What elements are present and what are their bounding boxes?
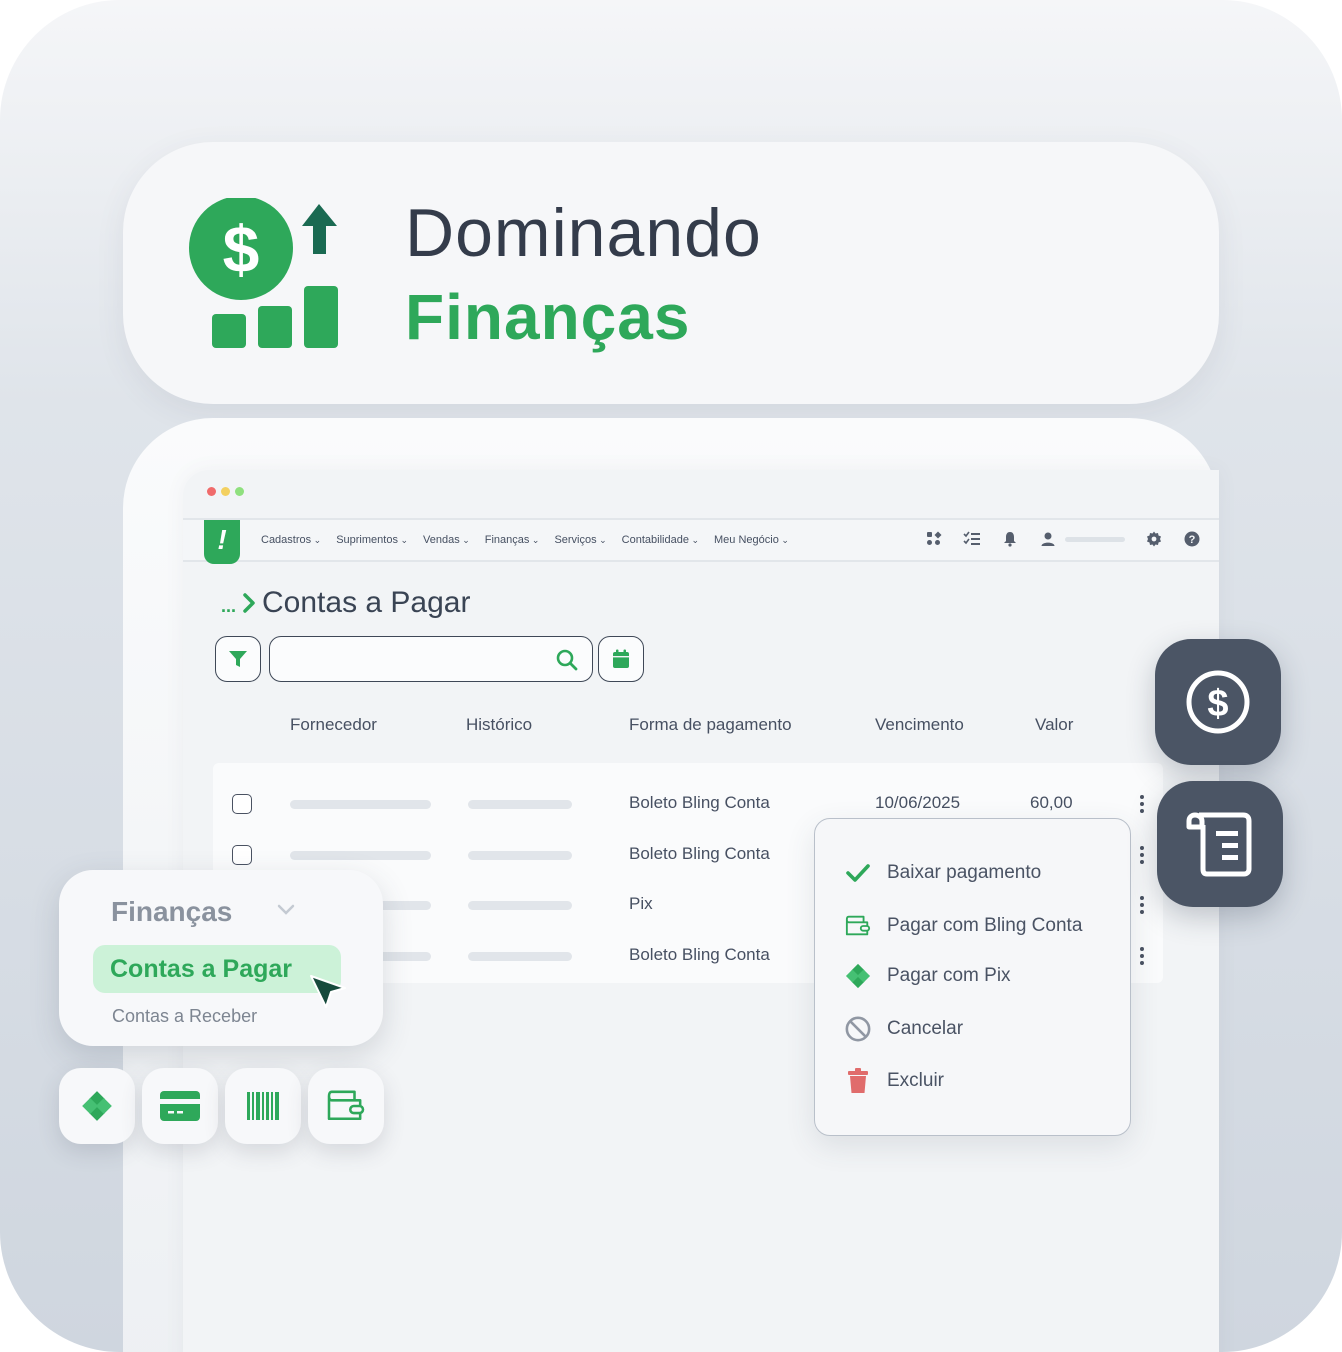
column-header-forma-pagamento[interactable]: Forma de pagamento — [629, 715, 792, 735]
row-checkbox[interactable] — [232, 845, 252, 865]
filter-button[interactable] — [215, 636, 261, 682]
bell-icon[interactable] — [1001, 530, 1019, 548]
menu-item-label: Excluir — [887, 1070, 945, 1091]
nav-servicos[interactable]: Serviços — [554, 534, 606, 546]
apps-icon[interactable] — [925, 530, 943, 548]
calendar-icon — [613, 649, 629, 668]
due-date: 10/06/2025 — [875, 793, 961, 812]
app-logo[interactable]: ! — [204, 520, 240, 564]
gear-icon[interactable] — [1145, 530, 1163, 548]
mouse-cursor-icon — [310, 975, 346, 1008]
breadcrumb-ellipsis[interactable]: ... — [221, 596, 236, 617]
history-placeholder — [468, 901, 572, 910]
payment-methods-row — [59, 1068, 384, 1144]
svg-text:$: $ — [223, 212, 260, 286]
history-placeholder — [468, 800, 572, 809]
toolbar-icons: ? — [925, 530, 1201, 548]
top-navbar: ! Cadastros Suprimentos Vendas Finanças … — [183, 518, 1219, 564]
background-frame: $ Dominando Finanças ! Cadastros Suprime… — [0, 0, 1342, 1352]
amount: 60,00 — [1030, 793, 1073, 812]
menu-item-label: Cancelar — [887, 1018, 964, 1039]
help-icon[interactable]: ? — [1183, 530, 1201, 548]
main-menu: Cadastros Suprimentos Vendas Finanças Se… — [261, 534, 789, 546]
user-name-placeholder — [1065, 536, 1125, 542]
credit-card-icon — [160, 1091, 200, 1121]
sidebar-card: Finanças Contas a Pagar Contas a Receber — [59, 870, 383, 1046]
payment-method: Pix — [629, 894, 653, 913]
row-actions-icon[interactable] — [1140, 947, 1144, 968]
column-header-valor[interactable]: Valor — [1035, 715, 1073, 735]
pix-icon — [845, 963, 871, 989]
row-actions-icon[interactable] — [1140, 795, 1144, 816]
history-placeholder — [468, 952, 572, 961]
history-placeholder — [468, 851, 572, 860]
menu-item-label: Pagar com Bling Conta — [887, 915, 1083, 936]
chevron-right-icon — [243, 593, 255, 613]
breadcrumb: ... Contas a Pagar — [221, 586, 470, 620]
dollar-circle-icon: $ — [1186, 670, 1250, 734]
svg-text:?: ? — [1189, 534, 1196, 546]
pix-icon — [82, 1091, 112, 1121]
payment-method: Boleto Bling Conta — [629, 844, 770, 863]
wallet-payment-button[interactable] — [308, 1068, 384, 1144]
supplier-placeholder — [290, 800, 431, 809]
calendar-button[interactable] — [598, 636, 644, 682]
hero-title-line1: Dominando — [405, 195, 762, 271]
column-header-fornecedor[interactable]: Fornecedor — [290, 715, 377, 735]
menu-item-pagar-pix[interactable]: Pagar com Pix — [845, 963, 1011, 989]
column-header-historico[interactable]: Histórico — [466, 715, 532, 735]
card-payment-button[interactable] — [142, 1068, 218, 1144]
wallet-icon — [327, 1090, 365, 1121]
check-icon — [845, 860, 871, 886]
row-actions-icon[interactable] — [1140, 896, 1144, 917]
wallet-icon — [845, 913, 871, 939]
row-actions-icon[interactable] — [1140, 846, 1144, 867]
row-checkbox[interactable] — [232, 794, 252, 814]
close-dot[interactable] — [207, 487, 216, 496]
receipt-fab-button[interactable] — [1157, 781, 1283, 907]
row-actions-menu: Baixar pagamento Pagar com Bling Conta P… — [814, 818, 1131, 1136]
nav-meu-negocio[interactable]: Meu Negócio — [714, 534, 789, 546]
cancel-icon — [845, 1016, 871, 1042]
tasks-icon[interactable] — [963, 530, 981, 548]
menu-item-pagar-bling-conta[interactable]: Pagar com Bling Conta — [845, 913, 1082, 939]
window-controls — [207, 487, 244, 496]
menu-item-cancelar[interactable]: Cancelar — [845, 1016, 963, 1042]
menu-item-excluir[interactable]: Excluir — [845, 1068, 944, 1094]
svg-text:$: $ — [1207, 683, 1228, 725]
boleto-payment-button[interactable] — [225, 1068, 301, 1144]
sidebar-section-title[interactable]: Finanças — [111, 896, 232, 928]
hero-title-line2: Finanças — [405, 281, 691, 353]
payment-method: Boleto Bling Conta — [629, 793, 770, 812]
menu-item-label: Baixar pagamento — [887, 862, 1042, 883]
search-icon[interactable] — [556, 649, 578, 671]
nav-suprimentos[interactable]: Suprimentos — [336, 534, 408, 546]
menu-item-label: Pagar com Pix — [887, 965, 1011, 986]
filter-icon — [229, 651, 247, 667]
column-header-vencimento[interactable]: Vencimento — [875, 715, 964, 735]
chevron-down-icon[interactable] — [277, 904, 295, 916]
finance-growth-icon: $ — [189, 198, 338, 348]
sidebar-item-label: Contas a Pagar — [110, 955, 293, 983]
menu-item-baixar-pagamento[interactable]: Baixar pagamento — [845, 860, 1041, 886]
barcode-icon — [247, 1092, 279, 1120]
user-icon[interactable] — [1039, 530, 1057, 548]
sidebar-item-contas-a-pagar[interactable]: Contas a Pagar — [93, 945, 341, 993]
supplier-placeholder — [290, 851, 431, 860]
search-input[interactable] — [269, 636, 593, 682]
hero-card: $ Dominando Finanças — [123, 142, 1219, 404]
scroll-document-icon — [1186, 812, 1252, 877]
nav-vendas[interactable]: Vendas — [423, 534, 470, 546]
minimize-dot[interactable] — [221, 487, 230, 496]
sidebar-item-contas-a-receber[interactable]: Contas a Receber — [112, 1006, 257, 1027]
dollar-fab-button[interactable]: $ — [1155, 639, 1281, 765]
nav-financas[interactable]: Finanças — [485, 534, 540, 546]
nav-contabilidade[interactable]: Contabilidade — [622, 534, 699, 546]
pix-payment-button[interactable] — [59, 1068, 135, 1144]
maximize-dot[interactable] — [235, 487, 244, 496]
trash-icon — [845, 1068, 871, 1094]
payment-method: Boleto Bling Conta — [629, 945, 770, 964]
nav-cadastros[interactable]: Cadastros — [261, 534, 321, 546]
page-title: Contas a Pagar — [262, 586, 471, 619]
